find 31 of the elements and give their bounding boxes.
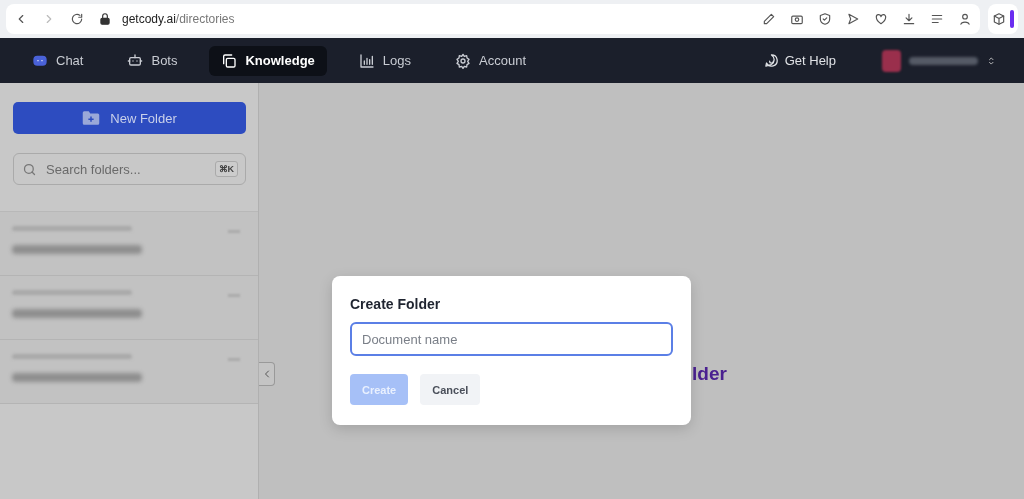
cube-icon[interactable] [992,12,1006,26]
copy-icon [221,52,238,69]
person-icon[interactable] [958,12,972,26]
gear-icon [455,52,472,69]
camera-icon[interactable] [790,12,804,26]
list-icon[interactable] [930,12,944,26]
shield-icon[interactable] [818,12,832,26]
reload-icon[interactable] [70,12,84,26]
nav-tab[interactable]: Logs [346,45,424,76]
bar-chart-icon [358,52,375,69]
heart-icon[interactable] [874,12,888,26]
empty-state-heading: lder [692,363,727,385]
shortcut-key: ⌘K [214,161,238,177]
nav-tab[interactable]: Bots [115,45,190,76]
folder-plus-icon [82,110,101,126]
robot-icon [127,52,144,69]
nav-tab[interactable]: Chat [20,45,96,76]
lock-icon [98,12,112,26]
send-icon[interactable] [846,12,860,26]
help-button[interactable]: Get Help [757,52,842,69]
dialog-title: Create Folder [350,296,442,312]
search-icon [22,162,37,177]
extension-bar[interactable] [1010,10,1014,28]
new-folder-button[interactable]: New Folder [13,102,246,134]
cancel-button[interactable]: Cancel [420,374,481,405]
nav-tab[interactable]: Account [443,45,538,76]
url-text[interactable]: getcody.ai/directories [122,12,235,26]
download-icon[interactable] [902,12,916,26]
nav-tab[interactable]: Knowledge [209,45,327,76]
edit-icon[interactable] [762,12,776,26]
folder-name-input[interactable]: Document name [350,322,673,356]
